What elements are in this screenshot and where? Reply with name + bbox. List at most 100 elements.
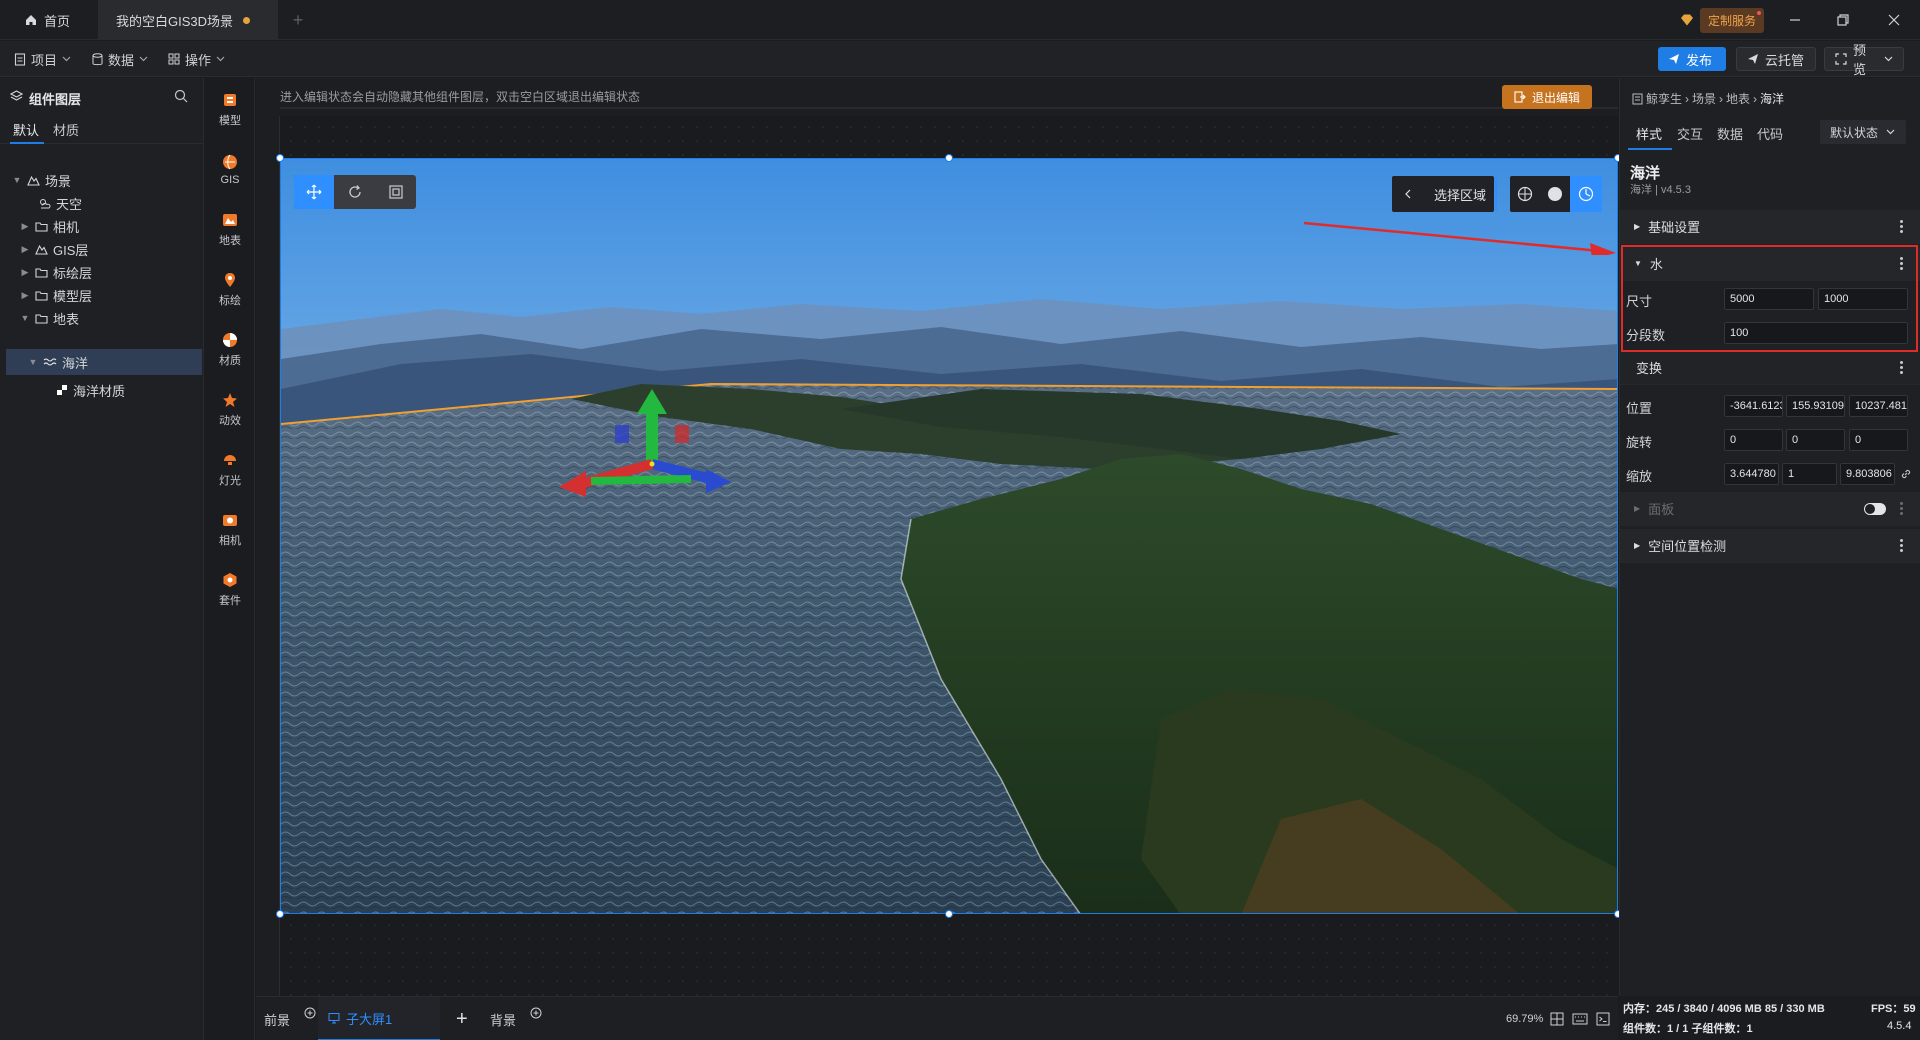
rotation-y-input[interactable]: 0 — [1786, 429, 1845, 451]
add-circle-icon[interactable] — [530, 1007, 542, 1019]
section-spatial-detection[interactable]: ▶ 空间位置检测 — [1620, 529, 1920, 563]
view-mode-switcher — [1510, 176, 1602, 212]
position-x-input[interactable]: -3641.6123 — [1724, 395, 1783, 417]
scene-viewport[interactable] — [280, 158, 1618, 914]
section-title: 基础设置 — [1648, 220, 1701, 235]
material-icon — [56, 384, 68, 396]
tree-item-terrain[interactable]: ▼ 地表 — [6, 305, 202, 331]
exit-edit-button[interactable]: 退出编辑 — [1502, 85, 1592, 109]
publish-button[interactable]: 发布 — [1658, 47, 1726, 71]
tool-gis[interactable]: GIS — [205, 142, 255, 198]
tool-camera[interactable]: 相机 — [205, 502, 255, 558]
tab-home[interactable]: 首页 — [0, 0, 98, 40]
breadcrumb-item[interactable]: 海洋 — [1760, 90, 1784, 107]
add-screen-button[interactable]: + — [456, 997, 468, 1040]
position-y-input[interactable]: 155.93109 — [1786, 395, 1845, 417]
more-icon[interactable] — [1900, 539, 1903, 552]
zoom-level[interactable]: 69.79% — [1506, 997, 1543, 1040]
preview-button[interactable]: 预览 — [1824, 43, 1904, 77]
tree-item-ocean[interactable]: ▼ 海洋 — [6, 349, 202, 375]
rotation-z-input[interactable]: 0 — [1849, 429, 1908, 451]
breadcrumb-item[interactable]: 鲸孪生 — [1646, 90, 1682, 107]
restore-button[interactable] — [1833, 10, 1853, 30]
tab-scene[interactable]: 我的空白GIS3D场景 — [98, 0, 278, 40]
view-orbit-button[interactable] — [1570, 176, 1602, 212]
panel-toggle[interactable] — [1864, 503, 1886, 515]
select-area-button[interactable]: 选择区域 — [1392, 176, 1494, 212]
tree-item-ocean-material[interactable]: 海洋材质 — [6, 377, 202, 403]
resize-handle[interactable] — [276, 154, 284, 162]
scale-x-input[interactable]: 3.644780 — [1724, 463, 1779, 485]
scale-z-input[interactable]: 9.803806 — [1840, 463, 1895, 485]
fit-screen-button[interactable] — [1550, 997, 1564, 1040]
add-circle-icon[interactable] — [304, 1007, 316, 1019]
layer-panel-header: 组件图层 — [0, 78, 204, 114]
tool-effect[interactable]: 动效 — [205, 382, 255, 438]
tab-material[interactable]: 材质 — [53, 120, 79, 139]
terminal-icon — [1596, 1012, 1610, 1026]
state-select[interactable]: 默认状态 — [1820, 120, 1906, 144]
menu-bar: 项目 数据 操作 发布 云托管 预览 — [0, 41, 1920, 77]
scale-tool-button[interactable] — [375, 175, 416, 209]
tool-model[interactable]: 模型 — [205, 82, 255, 138]
cloud-host-button[interactable]: 云托管 — [1736, 47, 1816, 71]
tab-data[interactable]: 数据 — [1717, 124, 1743, 143]
view-globe-button[interactable] — [1510, 176, 1540, 212]
tab-code[interactable]: 代码 — [1757, 124, 1783, 143]
position-z-input[interactable]: 10237.481 — [1849, 395, 1908, 417]
component-name: 海洋 — [1630, 165, 1661, 182]
search-icon[interactable] — [174, 89, 188, 103]
more-icon[interactable] — [1900, 361, 1903, 374]
resize-handle[interactable] — [945, 910, 953, 918]
tab-sub-screen-label: 子大屏1 — [346, 1011, 393, 1027]
tab-style[interactable]: 样式 — [1636, 124, 1662, 143]
tab-background-label: 背景 — [490, 1012, 517, 1028]
menu-operation[interactable]: 操作 — [168, 41, 225, 77]
tool-plot[interactable]: 标绘 — [205, 262, 255, 318]
breadcrumb-item[interactable]: 场景 — [1692, 90, 1716, 107]
view-solid-button[interactable] — [1540, 176, 1570, 212]
more-icon[interactable] — [1900, 220, 1903, 233]
tab-background[interactable]: 背景 — [490, 997, 542, 1040]
menu-project-label: 项目 — [31, 52, 58, 68]
section-panel[interactable]: ▶ 面板 — [1620, 492, 1920, 526]
tool-material[interactable]: 材质 — [205, 322, 255, 378]
rotation-x-input[interactable]: 0 — [1724, 429, 1783, 451]
chevron-down-icon — [1886, 129, 1895, 135]
rotate-tool-button[interactable] — [334, 175, 375, 209]
keyboard-button[interactable] — [1572, 997, 1588, 1040]
section-transform[interactable]: 变换 — [1620, 351, 1920, 385]
tool-kit[interactable]: 套件 — [205, 562, 255, 618]
more-icon[interactable] — [1900, 502, 1903, 515]
tab-foreground[interactable]: 前景 — [264, 997, 316, 1040]
model-icon — [222, 92, 238, 108]
publish-label: 发布 — [1686, 52, 1713, 68]
tab-sub-screen[interactable]: 子大屏1 — [318, 997, 440, 1040]
tab-interaction[interactable]: 交互 — [1677, 124, 1703, 143]
minimize-button[interactable] — [1785, 10, 1805, 30]
console-button[interactable] — [1596, 997, 1610, 1040]
caret-right-icon: ▶ — [21, 220, 29, 231]
scale-y-input[interactable]: 1 — [1782, 463, 1837, 485]
scale-icon — [388, 184, 404, 200]
close-button[interactable] — [1884, 10, 1904, 30]
add-tab-button[interactable]: + — [280, 0, 316, 40]
menu-data[interactable]: 数据 — [92, 41, 148, 77]
custom-service-label: 定制服务 — [1700, 7, 1765, 33]
tab-default[interactable]: 默认 — [13, 120, 39, 139]
custom-service-button[interactable]: 定制服务 — [1680, 7, 1765, 33]
move-tool-button[interactable] — [294, 175, 334, 209]
section-title: 面板 — [1648, 502, 1675, 517]
section-basic-settings[interactable]: ▶ 基础设置 — [1620, 210, 1920, 244]
resize-handle[interactable] — [945, 154, 953, 162]
fullscreen-icon — [1835, 53, 1847, 65]
tool-label: 动效 — [219, 415, 241, 427]
divider — [1495, 178, 1497, 210]
menu-project[interactable]: 项目 — [14, 41, 71, 77]
breadcrumb-item[interactable]: 地表 — [1726, 90, 1750, 107]
link-icon[interactable] — [1900, 468, 1912, 480]
tool-light[interactable]: 灯光 — [205, 442, 255, 498]
tool-terrain[interactable]: 地表 — [205, 202, 255, 258]
gis-icon — [35, 243, 48, 255]
resize-handle[interactable] — [276, 910, 284, 918]
